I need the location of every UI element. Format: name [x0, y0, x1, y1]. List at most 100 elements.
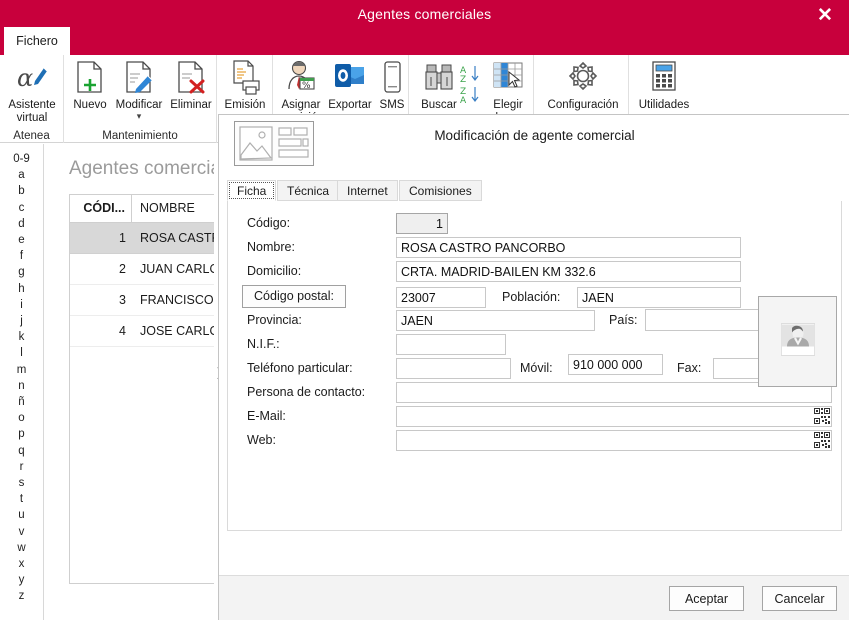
svg-text:%: % — [302, 81, 311, 91]
label-telefono: Teléfono particular: — [247, 361, 353, 375]
window-title: Agentes comerciales — [357, 6, 492, 22]
nif-field[interactable] — [396, 334, 506, 355]
alpha-item-h[interactable]: h — [0, 281, 43, 297]
column-header-nombre[interactable]: NOMBRE — [133, 195, 195, 222]
edit-document-icon — [110, 59, 168, 97]
cell-codigo: 1 — [119, 231, 126, 245]
ribbon-button-modificar[interactable]: Modificar ▾ — [110, 59, 168, 121]
alpha-item-u[interactable]: u — [0, 507, 43, 523]
alpha-item-i[interactable]: i — [0, 297, 43, 313]
alpha-item-q[interactable]: q — [0, 443, 43, 459]
ribbon-button-label: Nuevo — [73, 99, 107, 111]
ribbon-button-emision[interactable]: Emisión — [217, 59, 273, 112]
telefono-field[interactable] — [396, 358, 511, 379]
svg-text:Z: Z — [460, 75, 466, 85]
alpha-item-l[interactable]: l — [0, 345, 43, 361]
ribbon-button-sms[interactable]: SMS — [375, 59, 409, 112]
alpha-item-0-9[interactable]: 0-9 — [0, 151, 43, 167]
label-email: E-Mail: — [247, 409, 286, 423]
web-field[interactable] — [396, 430, 832, 451]
ribbon-group-label: Atenea — [13, 130, 50, 142]
movil-field[interactable] — [568, 354, 663, 375]
label-movil: Móvil: — [520, 361, 553, 375]
ribbon-button-label: Exportar — [328, 99, 372, 111]
alpha-item-enye[interactable]: ñ — [0, 394, 43, 410]
alpha-item-a[interactable]: a — [0, 167, 43, 183]
label-nif: N.I.F.: — [247, 337, 280, 351]
label-fax: Fax: — [677, 361, 702, 375]
accept-button[interactable]: Aceptar — [669, 586, 744, 611]
dialog-tabstrip: Ficha Técnica Internet Comisiones — [227, 180, 842, 202]
dialog-footer: Aceptar Cancelar — [219, 575, 849, 620]
cancel-button[interactable]: Cancelar — [762, 586, 837, 611]
ribbon-group-label: Mantenimiento — [102, 130, 178, 142]
nombre-field[interactable] — [396, 237, 741, 258]
alpha-item-r[interactable]: r — [0, 459, 43, 475]
email-field[interactable] — [396, 406, 832, 427]
label-nombre: Nombre: — [247, 240, 295, 254]
label-persona-contacto: Persona de contacto: — [247, 385, 366, 399]
qr-code-icon-web[interactable] — [814, 432, 830, 453]
svg-text:A: A — [460, 96, 467, 106]
chevron-down-icon[interactable]: ▾ — [110, 112, 168, 121]
alpha-item-d[interactable]: d — [0, 216, 43, 232]
alpha-item-e[interactable]: e — [0, 232, 43, 248]
agent-photo-placeholder[interactable] — [758, 296, 837, 387]
mobile-sms-icon — [375, 59, 409, 97]
alpha-item-v[interactable]: v — [0, 524, 43, 540]
codigo-postal-field[interactable] — [396, 287, 486, 308]
codigo-postal-button[interactable]: Código postal: — [242, 285, 346, 308]
label-pais: País: — [609, 313, 638, 327]
dialog-title: Modificación de agente comercial — [434, 128, 635, 143]
alpha-item-k[interactable]: k — [0, 329, 43, 345]
alpha-item-m[interactable]: m — [0, 362, 43, 378]
alpha-item-s[interactable]: s — [0, 475, 43, 491]
tab-comisiones[interactable]: Comisiones — [399, 180, 482, 201]
alphabet-index-sidebar: 0-9 a b c d e f g h i j k l m n ñ o p q … — [0, 144, 44, 620]
title-bar: Agentes comerciales ✕ Fichero — [0, 0, 849, 55]
alpha-item-z[interactable]: z — [0, 588, 43, 604]
alpha-item-o[interactable]: o — [0, 410, 43, 426]
ribbon-button-label: Configuración — [547, 99, 619, 111]
alpha-item-n[interactable]: n — [0, 378, 43, 394]
cell-codigo: 4 — [119, 324, 126, 338]
qr-code-icon-email[interactable] — [814, 408, 830, 429]
domicilio-field[interactable] — [396, 261, 741, 282]
tab-internet[interactable]: Internet — [337, 180, 398, 201]
tab-ficha[interactable]: Ficha — [227, 180, 277, 201]
ribbon-button-label: Emisión — [224, 99, 266, 111]
tab-fichero[interactable]: Fichero — [4, 27, 70, 55]
ribbon-button-asistente-virtual[interactable]: α Asistente virtual — [2, 59, 62, 125]
assign-commission-icon: % — [273, 59, 329, 97]
ribbon-button-eliminar[interactable]: Eliminar — [164, 59, 218, 112]
alpha-item-p[interactable]: p — [0, 426, 43, 442]
ribbon-button-exportar[interactable]: Exportar — [324, 59, 376, 112]
cell-codigo: 3 — [119, 293, 126, 307]
alpha-item-b[interactable]: b — [0, 183, 43, 199]
alpha-item-x[interactable]: x — [0, 556, 43, 572]
choose-columns-icon — [479, 59, 537, 97]
application-window: Agentes comerciales ✕ Fichero Atenea Man… — [0, 0, 849, 620]
tab-tecnica[interactable]: Técnica — [277, 180, 340, 201]
alpha-item-f[interactable]: f — [0, 248, 43, 264]
ribbon-button-utilidades[interactable]: Utilidades ▾ — [629, 59, 699, 121]
codigo-field[interactable] — [396, 213, 448, 234]
outlook-export-icon — [324, 59, 376, 97]
alpha-item-y[interactable]: y — [0, 572, 43, 588]
alpha-item-j[interactable]: j — [0, 313, 43, 329]
ribbon-button-configuracion[interactable]: Configuración — [537, 59, 629, 112]
ribbon-button-nuevo[interactable]: Nuevo — [66, 59, 114, 112]
provincia-field[interactable] — [396, 310, 595, 331]
alpha-item-c[interactable]: c — [0, 200, 43, 216]
poblacion-field[interactable] — [577, 287, 741, 308]
delete-document-icon — [164, 59, 218, 97]
ficha-panel: Código: Nombre: Domicilio: Código postal… — [227, 201, 842, 531]
alpha-item-g[interactable]: g — [0, 264, 43, 280]
alpha-item-t[interactable]: t — [0, 491, 43, 507]
dialog-header: Modificación de agente comercial — [219, 115, 849, 167]
new-document-icon — [66, 59, 114, 97]
close-icon[interactable]: ✕ — [811, 3, 839, 29]
column-header-codigo[interactable]: CÓDI... — [70, 195, 132, 222]
label-domicilio: Domicilio: — [247, 264, 302, 278]
alpha-item-w[interactable]: w — [0, 540, 43, 556]
